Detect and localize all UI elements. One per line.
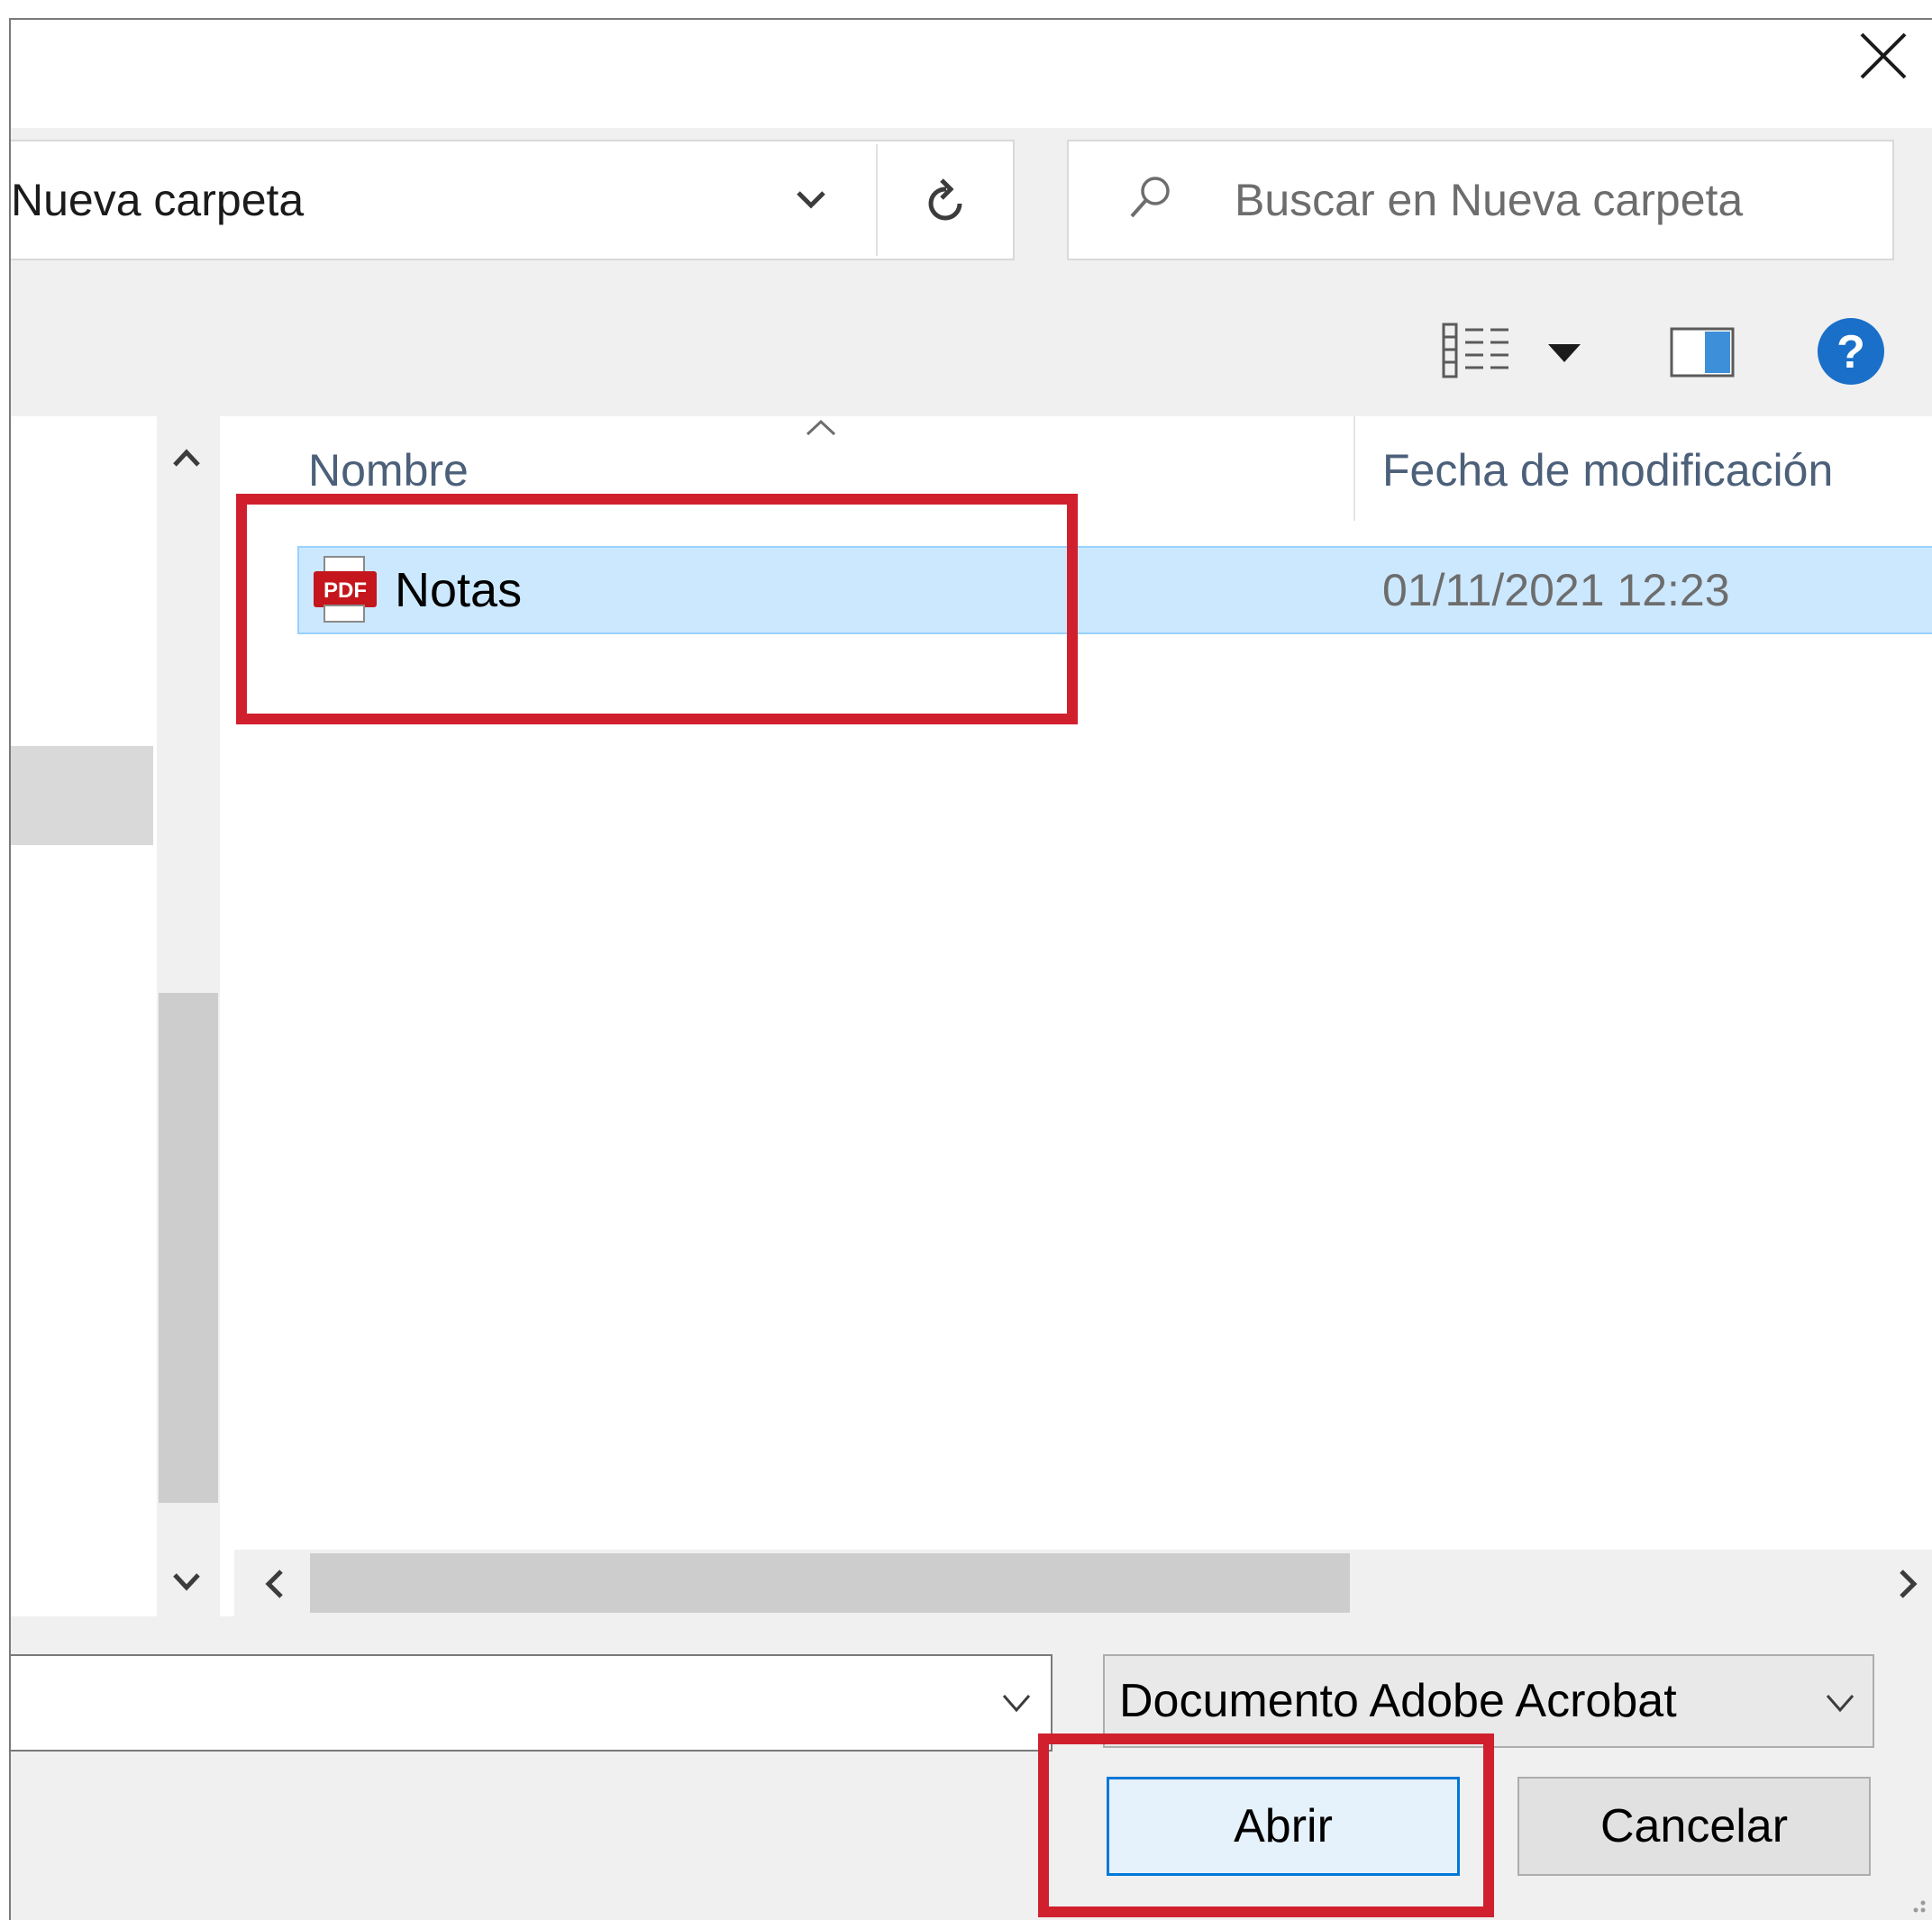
file-name-input[interactable] <box>11 1654 1053 1752</box>
refresh-button[interactable] <box>879 141 1013 259</box>
chevron-down-icon[interactable] <box>791 180 831 220</box>
navigation-pane[interactable] <box>11 416 157 1616</box>
highlight-box-open-button <box>1038 1733 1494 1917</box>
details-view-icon[interactable] <box>1440 321 1512 380</box>
column-divider[interactable] <box>1353 416 1355 521</box>
preview-pane-icon[interactable] <box>1669 326 1736 378</box>
address-path[interactable]: Nueva carpeta <box>11 140 304 260</box>
chevron-down-icon[interactable] <box>997 1687 1036 1719</box>
cancel-button[interactable]: Cancelar <box>1517 1777 1871 1876</box>
scroll-up-icon[interactable] <box>166 440 207 476</box>
chevron-down-icon[interactable] <box>1820 1687 1860 1719</box>
title-bar <box>11 20 1932 128</box>
sort-ascending-icon <box>802 416 840 440</box>
pane-splitter[interactable] <box>220 416 234 1616</box>
horizontal-scrollbar-thumb[interactable] <box>310 1553 1350 1613</box>
resize-grip-icon[interactable] <box>1901 1888 1928 1915</box>
svg-text:?: ? <box>1836 326 1865 378</box>
nav-scrollbar-thumb[interactable] <box>159 993 218 1503</box>
close-icon[interactable] <box>1855 27 1912 85</box>
address-divider <box>876 144 878 256</box>
column-header-date[interactable]: Fecha de modificación <box>1382 434 1833 506</box>
search-icon <box>1123 171 1177 225</box>
nav-selected-item[interactable] <box>11 746 153 845</box>
help-icon[interactable]: ? <box>1815 315 1887 387</box>
scroll-down-icon[interactable] <box>166 1564 207 1600</box>
scroll-left-icon[interactable] <box>258 1564 294 1604</box>
highlight-box-file <box>236 494 1078 724</box>
refresh-icon <box>928 178 962 221</box>
search-placeholder: Buscar en Nueva carpeta <box>1235 175 1744 225</box>
dropdown-arrow-icon[interactable] <box>1541 339 1588 366</box>
toolbar <box>11 290 1932 416</box>
scroll-right-icon[interactable] <box>1889 1564 1925 1604</box>
file-date: 01/11/2021 12:23 <box>1382 565 1730 615</box>
